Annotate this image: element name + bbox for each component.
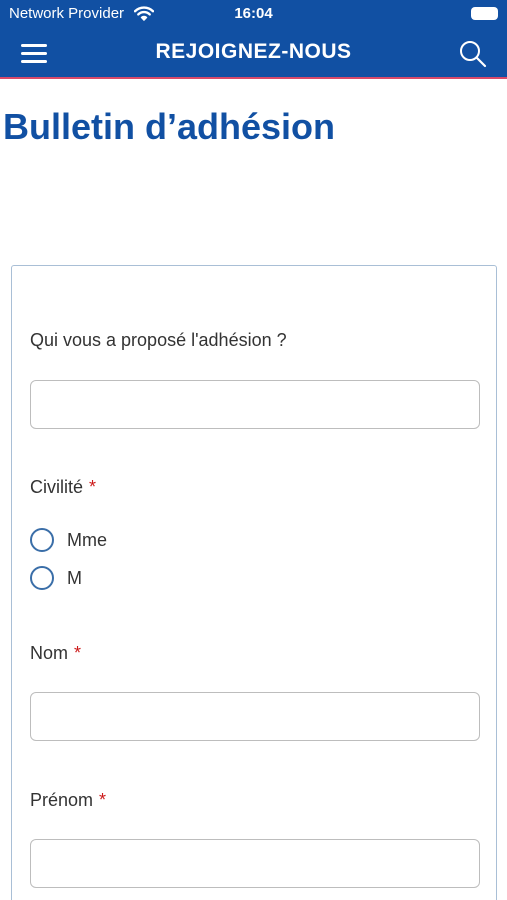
- first-name-label: Prénom *: [30, 790, 106, 811]
- first-name-input[interactable]: [30, 839, 480, 888]
- last-name-input[interactable]: [30, 692, 480, 741]
- nav-title: REJOIGNEZ-NOUS: [155, 40, 352, 63]
- search-icon[interactable]: [458, 39, 488, 69]
- referrer-label-text: Qui vous a proposé l'adhésion ?: [30, 330, 287, 350]
- last-name-label: Nom *: [30, 643, 81, 664]
- page-title: Bulletin d’adhésion: [3, 106, 336, 147]
- battery-icon: [471, 7, 498, 20]
- civility-label-text: Civilité: [30, 477, 84, 497]
- referrer-input[interactable]: [30, 380, 480, 429]
- membership-form: Qui vous a proposé l'adhésion ? Civilité…: [11, 265, 497, 900]
- last-name-label-text: Nom: [30, 643, 69, 663]
- radio-button[interactable]: [30, 528, 54, 552]
- required-asterisk: *: [99, 790, 107, 810]
- radio-label: Mme: [67, 530, 107, 550]
- civility-label: Civilité *: [30, 477, 96, 498]
- radio-label: M: [67, 568, 82, 588]
- radio-button[interactable]: [30, 566, 54, 590]
- required-asterisk: *: [89, 477, 97, 497]
- referrer-label: Qui vous a proposé l'adhésion ?: [30, 330, 287, 351]
- first-name-label-text: Prénom: [30, 790, 94, 810]
- status-bar: Network Provider 16:04: [0, 0, 507, 28]
- required-asterisk: *: [74, 643, 82, 663]
- nav-bar: REJOIGNEZ-NOUS: [0, 28, 507, 78]
- status-time: 16:04: [234, 5, 273, 22]
